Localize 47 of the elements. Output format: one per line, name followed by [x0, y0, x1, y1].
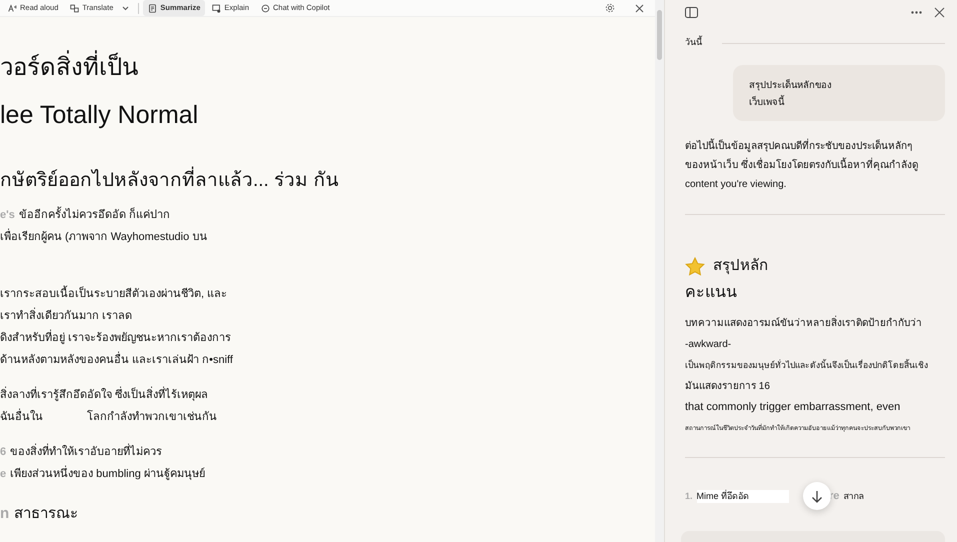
paragraph-text: ข้ออีกครั้งไม่ควรอึดอัด ก็แค่ปาก: [18, 206, 170, 223]
paragraph-text: สิ่งลางที่เรารู้สึกอึดอัดใจ ซึ่งเป็นสิ่งที่ไร้เหตุผล: [0, 386, 208, 403]
list-number: 1.: [685, 490, 693, 503]
paragraph-text: เพียงส่วนหนึ่งของ bumbling ผ่านฐู้คมนุษย์: [10, 464, 205, 482]
summary-text: บทความแสดงอารมณ์ขันว่าหลายสิ่งเราติดป้ายกำกับว่า: [685, 313, 945, 334]
more-options-icon[interactable]: [911, 10, 922, 14]
reply-text: ต่อไปนี้เป็นข้อมูลสรุปคณบดีที่กระชับของประเด็นหลักๆ ของหน้าเว็บ ซึ่งเชื่อมโยงโดยตรงกับเนื้อหาที่คุณกำลังดู content you're viewing.: [685, 138, 919, 192]
article-title: lee Totally Normal: [0, 100, 200, 131]
read-aloud-icon: [8, 4, 17, 12]
paragraph-text: ฉันอื่นใน: [0, 408, 43, 425]
date-label: วันนี้: [685, 36, 702, 50]
paragraph-text: เพื่อเรียกผู้คน (ภาพจาก Wayhomestudio บน: [0, 228, 208, 245]
faded-text: e: [0, 466, 6, 482]
scrollbar[interactable]: [655, 0, 664, 542]
user-message: สรุปประเด็นหลักของ เว็บเพจนี้: [733, 64, 945, 121]
list-item-text: Mime ที่อึดอัด: [696, 490, 790, 504]
paragraph-text: ของสิ่งที่ทำให้เราอับอายที่ไม่ควร: [10, 442, 162, 460]
chat-icon: [261, 4, 270, 12]
paragraph-text: ดิงสำหรับที่อยู่ เราจะร้องพยัญชนะหากเราต้องการ: [0, 328, 232, 346]
paragraph-text: ด้านหลังตามหลังของคนอื่น และเราเล่นฝ้า ก•sniff: [0, 350, 233, 368]
close-icon[interactable]: [635, 4, 644, 12]
paragraph-text: เราทำสิ่งเดียวกันมาก เราลด: [0, 306, 132, 324]
summary-text: มันแสดงรายการ 16: [685, 380, 771, 394]
summary-subtitle: คะแนน: [685, 283, 738, 304]
faded-text: n: [0, 504, 10, 524]
star-icon: [685, 256, 705, 276]
summary-text: -awkward-: [685, 338, 732, 352]
arrow-down-icon: [811, 490, 823, 503]
scroll-down-button[interactable]: [803, 482, 831, 510]
summary-text: that commonly trigger embarrassment, even: [685, 400, 902, 416]
close-icon[interactable]: [934, 6, 945, 18]
settings-icon[interactable]: [605, 3, 615, 13]
paragraph-text: เรากระสอบเนื้อเป็นระบายสีตัวเองผ่านชีวิต, และ: [0, 284, 228, 302]
article-title: วอร์ดสิ่งที่เป็น: [0, 51, 655, 85]
faded-text: e's: [0, 208, 15, 223]
summary-title: สรุปหลัก: [713, 256, 768, 276]
sidebar-icon[interactable]: [685, 6, 698, 18]
section-heading: สาธารณะ: [14, 504, 78, 524]
translate-icon: [70, 4, 80, 12]
document-icon: [148, 4, 158, 12]
list-item-text: สากล: [843, 490, 864, 503]
explain-icon: [212, 4, 222, 12]
scrollbar-thumb[interactable]: [657, 10, 662, 60]
summary-text: เป็นพฤติกรรมของมนุษย์ทั่วไปและดังนั้นจึงเป็นเรื่องปกติโดยสิ้นเชิง: [685, 358, 929, 372]
paragraph-text: โลกกำลังทำพวกเขาเช่นกัน: [87, 409, 217, 425]
article-subtitle: กษัตริย์ออกไปหลังจากที่ลาแล้ว... ร่วม กัน: [0, 167, 655, 196]
faded-text: 6: [0, 444, 6, 460]
